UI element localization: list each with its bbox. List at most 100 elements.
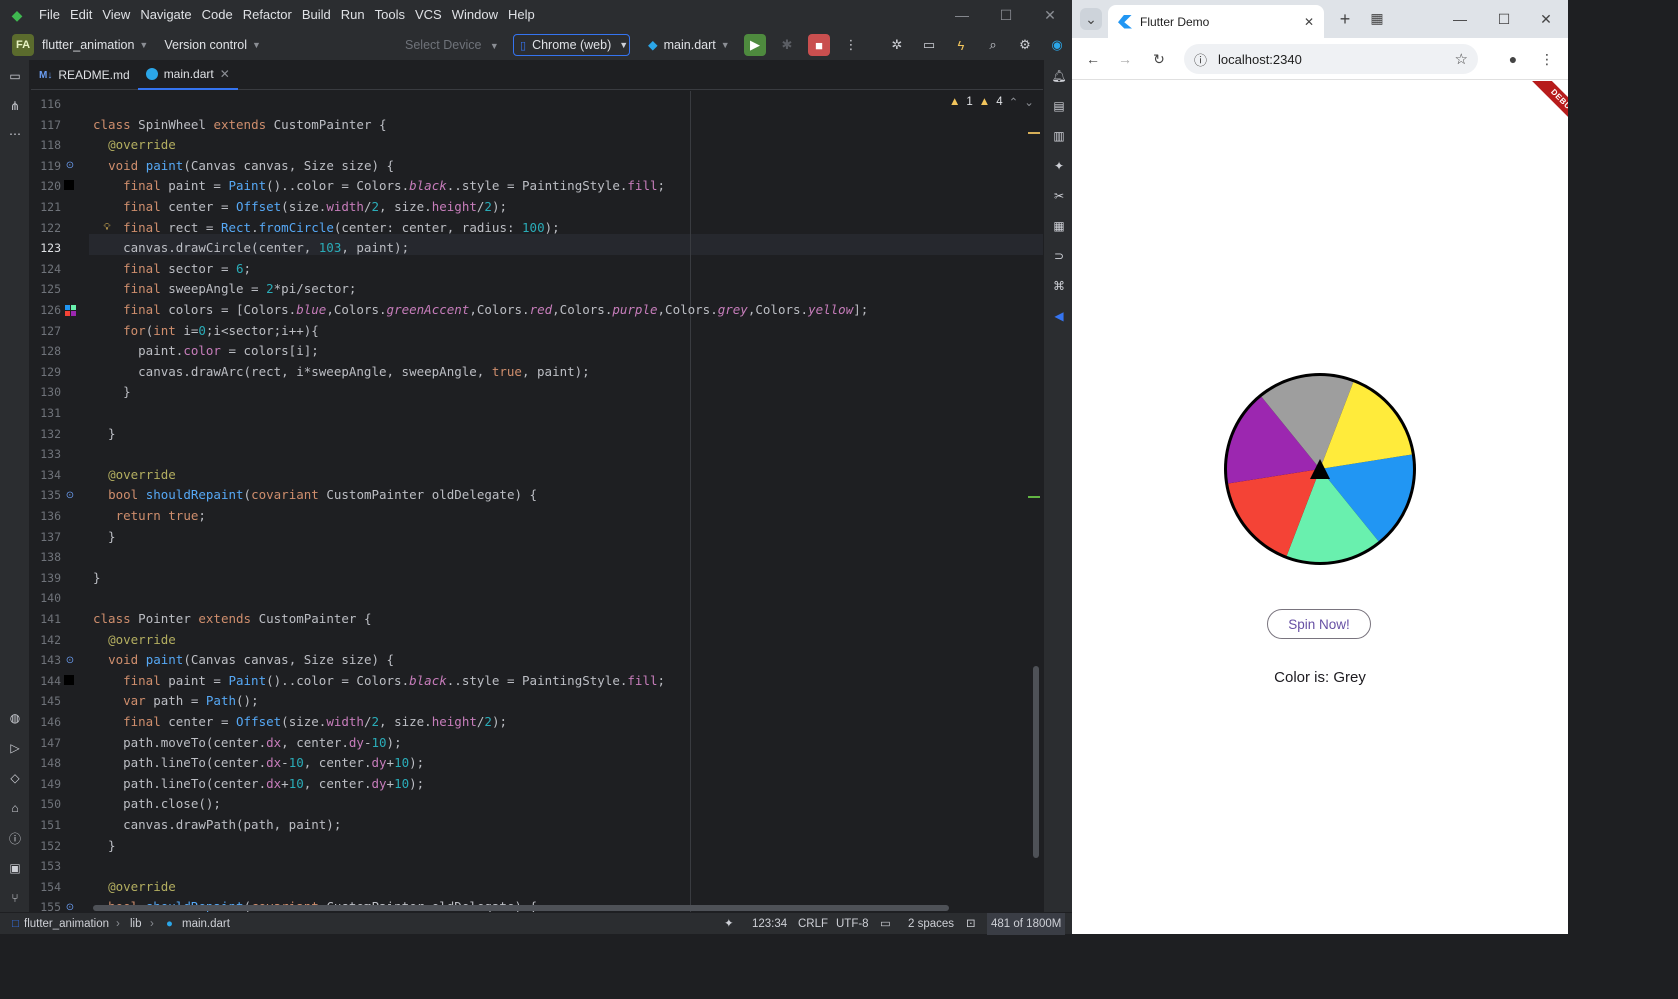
code-line[interactable]: path.lineTo(center.dx-10, center.dy+10); xyxy=(93,753,424,773)
flutter-inspector-icon[interactable]: ◀ xyxy=(1049,306,1069,326)
code-line[interactable]: @override xyxy=(93,877,176,897)
gemini-icon[interactable]: ✦ xyxy=(1049,156,1069,176)
breadcrumb-lib[interactable]: lib xyxy=(130,913,142,935)
code-line[interactable]: canvas.drawArc(rect, i*sweepAngle, sweep… xyxy=(93,362,590,382)
horizontal-scrollbar[interactable] xyxy=(93,905,949,911)
line-number[interactable]: 131 xyxy=(31,406,61,420)
minimize-icon[interactable]: — xyxy=(1448,8,1472,30)
color-swatch-icon[interactable] xyxy=(64,180,74,191)
run-configuration[interactable]: ◆ main.dart ▼ xyxy=(648,34,730,56)
indent-setting[interactable]: 2 spaces xyxy=(908,913,954,935)
tab-search-icon[interactable]: ⌄ xyxy=(1080,8,1102,30)
search-icon[interactable]: ⌕ xyxy=(982,34,1004,56)
code-line[interactable]: for(int i=0;i<sector;i++){ xyxy=(93,321,319,341)
close-icon[interactable]: ✕ xyxy=(1534,8,1558,30)
globe-icon[interactable]: ◉ xyxy=(1046,34,1068,56)
maximize-icon[interactable]: ☐ xyxy=(984,0,1028,30)
device-file-icon[interactable]: ▥ xyxy=(1049,126,1069,146)
line-number[interactable]: 135 xyxy=(31,488,61,502)
code-line[interactable]: final paint = Paint()..color = Colors.bl… xyxy=(93,176,665,196)
terminal-icon[interactable]: ▣ xyxy=(5,858,25,878)
tab-layout-icon[interactable]: ▦ xyxy=(1362,6,1392,30)
menu-vcs[interactable]: VCS xyxy=(410,0,447,30)
profile-icon[interactable]: ● xyxy=(1502,48,1524,70)
settings-icon[interactable]: ⚙ xyxy=(1014,34,1036,56)
code-line[interactable]: } xyxy=(93,424,116,444)
profiler-icon[interactable]: ◍ xyxy=(5,708,25,728)
version-control-menu[interactable]: Version control ▼ xyxy=(164,38,261,52)
inspection-widget[interactable]: ▲ 1 ▲ 4 ⌃ ⌄ xyxy=(949,95,1034,109)
code-line[interactable]: path.close(); xyxy=(93,794,221,814)
override-marker-icon[interactable]: ⊙ xyxy=(64,489,76,501)
menu-refactor[interactable]: Refactor xyxy=(238,0,297,30)
lock-icon[interactable]: ⊡ xyxy=(966,913,976,935)
line-number[interactable]: 119 xyxy=(31,159,61,173)
line-number[interactable]: 118 xyxy=(31,138,61,152)
code-line[interactable]: canvas.drawPath(path, paint); xyxy=(93,815,341,835)
forward-icon[interactable]: → xyxy=(1114,48,1136,70)
line-number[interactable]: 121 xyxy=(31,200,61,214)
line-number[interactable]: 140 xyxy=(31,591,61,605)
code-line[interactable]: class Pointer extends CustomPainter { xyxy=(93,609,371,629)
code-line[interactable]: final sector = 6; xyxy=(93,259,251,279)
line-separator[interactable]: CRLF xyxy=(798,913,828,935)
target-device-dropdown[interactable]: ▯ Chrome (web) ▼ xyxy=(513,34,630,56)
line-number[interactable]: 150 xyxy=(31,797,61,811)
line-number[interactable]: 125 xyxy=(31,282,61,296)
inspector-icon[interactable]: ⌘ xyxy=(1049,276,1069,296)
line-number[interactable]: 155 xyxy=(31,900,61,912)
line-number[interactable]: 151 xyxy=(31,818,61,832)
caret-position[interactable]: 123:34 xyxy=(752,913,787,935)
override-marker-icon[interactable]: ⊙ xyxy=(64,901,76,912)
new-tab-icon[interactable]: + xyxy=(1334,8,1356,30)
line-number[interactable]: 139 xyxy=(31,571,61,585)
line-number[interactable]: 133 xyxy=(31,447,61,461)
line-number[interactable]: 116 xyxy=(31,97,61,111)
code-line[interactable]: bool shouldRepaint(covariant CustomPaint… xyxy=(93,485,537,505)
debug-icon[interactable]: ✱ xyxy=(776,34,798,56)
url-field[interactable]: ⓘ localhost:2340 ☆ xyxy=(1184,44,1478,74)
tab-readme[interactable]: M↓ README.md xyxy=(31,60,138,90)
code-line[interactable]: canvas.drawCircle(center, 103, paint); xyxy=(93,238,409,258)
line-number[interactable]: 154 xyxy=(31,880,61,894)
project-folder-icon[interactable]: ▭ xyxy=(5,66,25,86)
spin-now-button[interactable]: Spin Now! xyxy=(1267,609,1371,639)
line-number[interactable]: 126 xyxy=(31,303,61,317)
line-number[interactable]: 152 xyxy=(31,839,61,853)
line-number[interactable]: 130 xyxy=(31,385,61,399)
override-marker-icon[interactable]: ⊙ xyxy=(64,160,76,172)
code-line[interactable]: path.moveTo(center.dx, center.dy-10); xyxy=(93,733,402,753)
ai-sparkle-icon[interactable]: ✦ xyxy=(724,913,734,935)
code-editor[interactable]: 116 117 118 119 ⊙ 120 121 122 💡︎ 123 124 125 126 127 1… xyxy=(31,91,1043,912)
code-line[interactable]: } xyxy=(93,568,101,588)
line-number[interactable]: 122 xyxy=(31,221,61,235)
minimize-icon[interactable]: — xyxy=(940,0,984,30)
code-line[interactable]: void paint(Canvas canvas, Size size) { xyxy=(93,156,394,176)
close-icon[interactable]: ✕ xyxy=(1028,0,1072,30)
more-vertical-icon[interactable]: ⋮ xyxy=(840,34,862,56)
file-encoding[interactable]: UTF-8 xyxy=(836,913,869,935)
line-number[interactable]: 128 xyxy=(31,344,61,358)
code-line[interactable]: final paint = Paint()..color = Colors.bl… xyxy=(93,671,665,691)
line-number[interactable]: 145 xyxy=(31,694,61,708)
menu-view[interactable]: View xyxy=(97,0,135,30)
link-icon[interactable]: ⊃ xyxy=(1049,246,1069,266)
chevron-down-icon[interactable]: ⌄ xyxy=(1024,95,1034,109)
line-number[interactable]: 124 xyxy=(31,262,61,276)
git-icon[interactable]: ⑂ xyxy=(5,888,25,908)
line-number[interactable]: 136 xyxy=(31,509,61,523)
color-swatch-icon[interactable] xyxy=(64,674,74,685)
line-number[interactable]: 127 xyxy=(31,324,61,338)
site-info-icon[interactable]: ⓘ xyxy=(1194,50,1207,69)
tab-main-dart[interactable]: main.dart ✕ xyxy=(137,60,238,90)
line-number[interactable]: 129 xyxy=(31,365,61,379)
line-number[interactable]: 141 xyxy=(31,612,61,626)
color-palette-icon[interactable] xyxy=(64,304,76,316)
vertical-scrollbar[interactable] xyxy=(1033,666,1039,858)
line-number[interactable]: 134 xyxy=(31,468,61,482)
warning-stripe[interactable] xyxy=(1028,132,1040,134)
menu-window[interactable]: Window xyxy=(447,0,503,30)
more-horizontal-icon[interactable]: ⋯ xyxy=(5,124,25,144)
line-number[interactable]: 147 xyxy=(31,736,61,750)
code-line[interactable]: path.lineTo(center.dx+10, center.dy+10); xyxy=(93,774,424,794)
